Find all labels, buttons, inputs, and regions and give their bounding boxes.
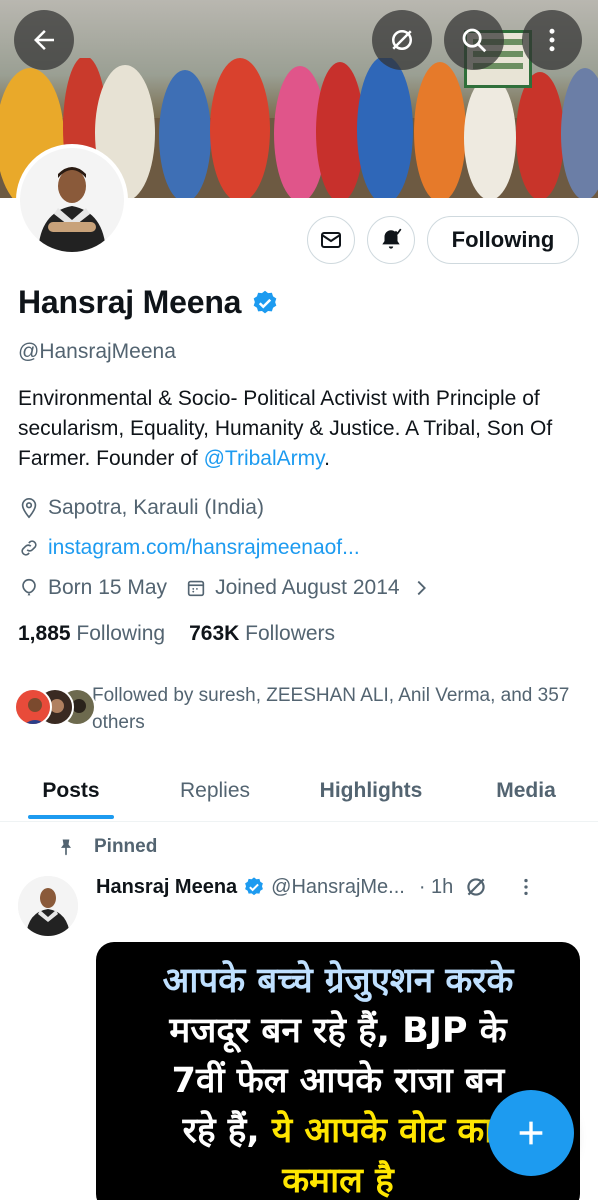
followers-label: Followers [245,622,336,645]
verified-badge-icon[interactable] [251,289,279,317]
location-text: Sapotra, Karauli (India) [48,496,264,519]
profile-handle: @HansrajMeena [18,340,176,363]
more-vertical-icon[interactable] [515,876,537,898]
profile-name-row: Hansraj Meena [18,284,279,321]
grok-button[interactable] [372,10,432,70]
following-button[interactable]: Following [427,216,579,264]
profile-tabs: Posts Replies Highlights Media [0,760,598,822]
bio-mention-link[interactable]: @TribalArmy [204,447,324,470]
followed-by-section[interactable]: Followed by suresh, ZEESHAN ALI, Anil Ve… [14,682,584,742]
profile-name: Hansraj Meena [18,284,242,320]
verified-badge-icon [245,877,264,896]
plus-icon [519,1121,543,1145]
mail-icon [321,232,341,248]
bio-end: . [324,447,330,470]
avatar-image [20,148,124,252]
active-tab-indicator [28,815,114,819]
website-link[interactable]: instagram.com/hansrajmeenaof... [48,536,360,560]
search-icon [462,28,487,53]
tab-posts[interactable]: Posts [26,760,116,822]
following-count: 1,885 [18,622,71,645]
calendar-icon [187,580,205,597]
grok-icon[interactable] [463,874,489,900]
profile-avatar[interactable] [16,144,128,256]
followers-count: 763K [189,622,240,645]
post-author-name[interactable]: Hansraj Meena [96,876,237,899]
born-text: Born 15 May [48,576,168,599]
back-arrow-icon [34,30,54,50]
post-author-handle[interactable]: @HansrajMe... [271,876,405,899]
balloon-icon [22,578,36,596]
post-time[interactable]: · 1h [419,876,453,899]
pinned-label-row: Pinned [56,836,157,858]
grok-icon [392,30,412,50]
tab-highlights[interactable]: Highlights [306,760,436,822]
notifications-button[interactable] [367,216,415,264]
more-vertical-icon [549,28,555,52]
post-image-line: मजदूर बन रहे हैं, BJP के [169,1011,507,1051]
message-button[interactable] [307,216,355,264]
followers-count-link[interactable]: 763K Followers [189,622,335,646]
profile-bio: Environmental & Socio- Political Activis… [18,384,584,474]
joined-text: Joined August 2014 [215,576,400,599]
tab-media[interactable]: Media [480,760,572,822]
compose-button[interactable] [488,1090,574,1176]
link-icon [21,540,37,556]
dates-row: Born 15 May Joined August 2014 [18,576,440,600]
website-row[interactable]: instagram.com/hansrajmeenaof... [18,536,360,560]
post-image-line-highlight: ये आपके वोट का [271,1111,494,1151]
post-image-line: आपके बच्चे ग्रेजुएशन करके [162,961,514,1001]
back-button[interactable] [14,10,74,70]
bell-icon [382,228,402,249]
more-button[interactable] [522,10,582,70]
location-row: Sapotra, Karauli (India) [18,496,264,520]
following-label: Following [76,622,166,645]
following-count-link[interactable]: 1,885 Following [18,622,165,646]
post-image-line: रहे हैं, [182,1111,260,1151]
post-header: Hansraj Meena @HansrajMe... · 1h [96,872,586,902]
tab-replies[interactable]: Replies [162,760,268,822]
chevron-right-icon[interactable] [410,577,432,599]
followed-by-text: Followed by suresh, ZEESHAN ALI, Anil Ve… [92,685,570,733]
search-button[interactable] [444,10,504,70]
post-author-avatar[interactable] [18,876,78,936]
follower-avatar [14,688,52,726]
pin-icon [61,839,71,856]
post-avatar-image [18,876,78,936]
pinned-label: Pinned [94,836,158,857]
follow-counts: 1,885 Following 763K Followers [18,622,335,646]
location-icon [21,498,37,519]
